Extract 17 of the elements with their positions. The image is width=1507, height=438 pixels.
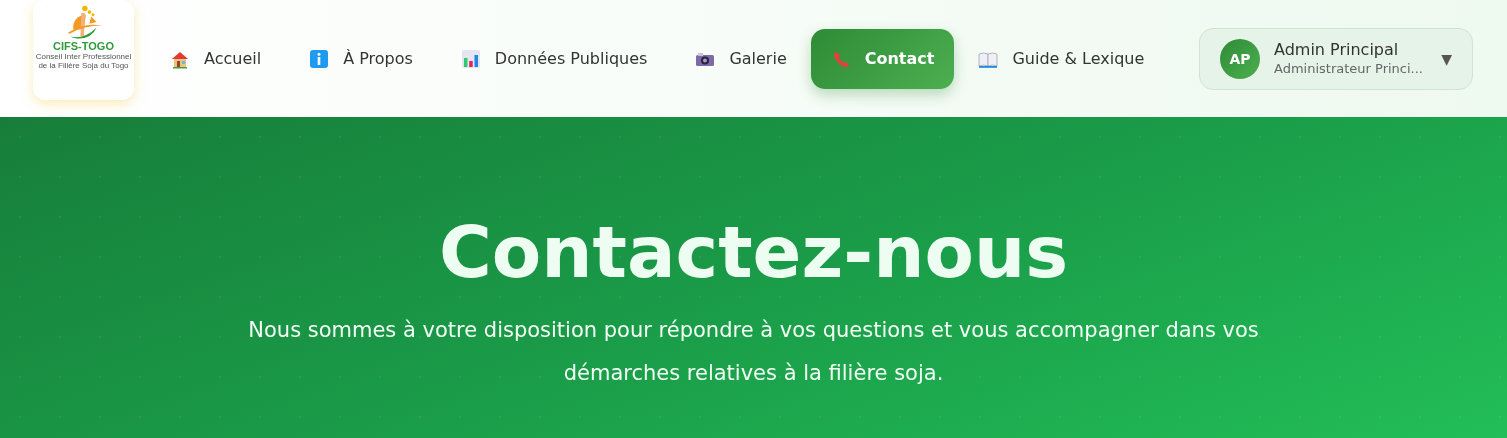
avatar: AP (1220, 38, 1260, 79)
logo[interactable]: CIFS-TOGO Conseil Inter Professionnel de la Filière Soja du Togo (33, 0, 134, 100)
hero-title: Contactez-nous (438, 209, 1069, 295)
bar-chart-icon (460, 48, 481, 69)
info-icon (309, 48, 330, 69)
caret-icon: ▼ (1441, 50, 1452, 67)
nav-item[interactable]: Guide & Lexique (964, 28, 1159, 89)
logo-subtitle: Conseil Inter Professionnel de la Filière Soja du Togo (35, 52, 132, 70)
nav-item[interactable]: À Propos (295, 28, 427, 89)
user-menu[interactable]: AP Admin Principal Administrateur Princi... ▼ (1199, 27, 1473, 90)
user-name: Admin Principal (1274, 40, 1400, 60)
nav-item[interactable]: Galerie (681, 28, 801, 89)
hero-text: Nous sommes à votre disposition pour répondre à vos questions et vous accompagner dans vos démarches relatives à la filière soja. (247, 317, 1260, 387)
user-role: Administrateur Princi... (1274, 60, 1424, 77)
nav-item[interactable]: Accueil (156, 28, 276, 89)
nav-item[interactable]: Données Publiques (446, 28, 662, 89)
logo-name: CIFS-TOGO (53, 40, 114, 52)
